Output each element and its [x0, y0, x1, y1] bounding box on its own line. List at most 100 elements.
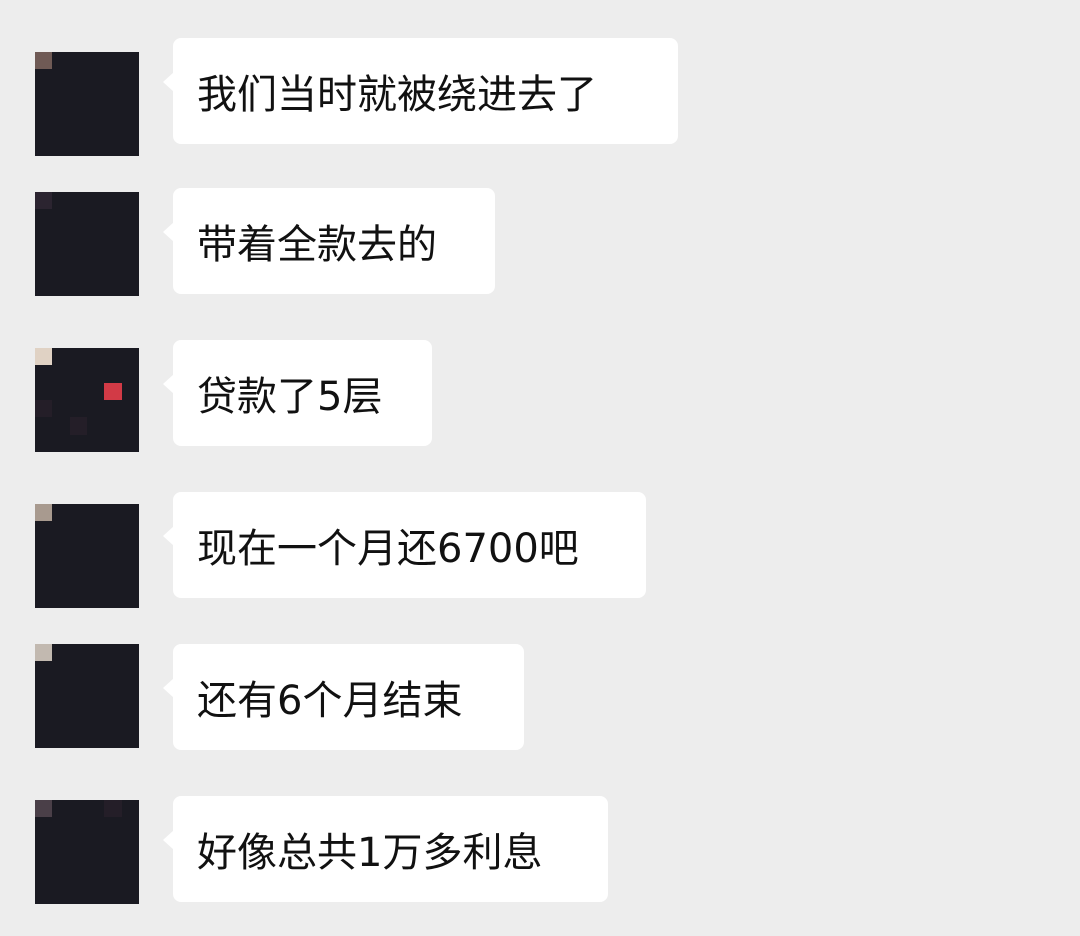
avatar-pixel: [69, 696, 87, 714]
avatar-pixel: [35, 538, 53, 556]
avatar-pixel: [121, 278, 139, 296]
avatar-pixel: [121, 521, 139, 539]
avatar-pixel: [69, 556, 87, 574]
avatar-pixel: [69, 86, 87, 104]
avatar-pixel: [52, 696, 70, 714]
avatar-pixel: [121, 538, 139, 556]
avatar[interactable]: [35, 348, 139, 452]
avatar-pixel: [104, 382, 122, 400]
avatar-pixel: [69, 365, 87, 383]
avatar-pixel: [87, 730, 105, 748]
avatar-pixel: [121, 261, 139, 279]
avatar-pixel: [52, 817, 70, 835]
avatar-pixel: [87, 696, 105, 714]
avatar[interactable]: [35, 192, 139, 296]
avatar-pixel: [121, 852, 139, 870]
avatar-pixel: [52, 834, 70, 852]
avatar-pixel: [87, 713, 105, 731]
avatar-pixel: [69, 834, 87, 852]
message-bubble[interactable]: 贷款了5层: [163, 340, 432, 446]
message-bubble[interactable]: 还有6个月结束: [163, 644, 524, 750]
avatar-pixel: [35, 348, 53, 366]
avatar-pixel: [69, 644, 87, 662]
avatar-pixel: [104, 52, 122, 70]
avatar-pixel: [69, 817, 87, 835]
avatar-pixel: [104, 869, 122, 887]
avatar-pixel: [121, 417, 139, 435]
avatar-pixel: [35, 504, 53, 522]
avatar-pixel: [104, 834, 122, 852]
avatar-pixel: [87, 434, 105, 452]
avatar-pixel: [69, 538, 87, 556]
avatar-pixel: [87, 573, 105, 591]
avatar-pixel: [35, 104, 53, 122]
avatar-pixel: [104, 434, 122, 452]
avatar-pixel: [121, 138, 139, 156]
avatar-pixel: [69, 730, 87, 748]
avatar-pixel: [35, 261, 53, 279]
avatar-pixel: [104, 817, 122, 835]
avatar-pixel: [104, 69, 122, 87]
avatar-pixel: [35, 852, 53, 870]
avatar-pixel: [35, 434, 53, 452]
message-bubble[interactable]: 我们当时就被绕进去了: [163, 38, 678, 144]
avatar-pixel: [69, 678, 87, 696]
avatar-pixel: [52, 800, 70, 818]
avatar-pixel: [52, 138, 70, 156]
avatar-pixel: [87, 365, 105, 383]
avatar-pixel: [35, 678, 53, 696]
avatar-pixel: [121, 434, 139, 452]
avatar-pixel: [52, 209, 70, 227]
avatar-pixel: [121, 713, 139, 731]
avatar-pixel: [121, 730, 139, 748]
message-text: 我们当时就被绕进去了: [197, 72, 597, 118]
avatar-pixel: [121, 644, 139, 662]
avatar-pixel: [35, 556, 53, 574]
message-bubble[interactable]: 带着全款去的: [163, 188, 495, 294]
avatar-pixel: [87, 886, 105, 904]
avatar-pixel: [35, 192, 53, 210]
avatar-pixel: [35, 800, 53, 818]
avatar-pixel: [35, 138, 53, 156]
avatar-pixel: [35, 521, 53, 539]
avatar-pixel: [104, 104, 122, 122]
avatar-pixel: [87, 244, 105, 262]
avatar-pixel: [121, 121, 139, 139]
avatar-pixel: [69, 852, 87, 870]
avatar-pixel: [69, 209, 87, 227]
message-bubble[interactable]: 现在一个月还6700吧: [163, 492, 646, 598]
avatar-pixel: [69, 138, 87, 156]
avatar-pixel: [87, 661, 105, 679]
avatar[interactable]: [35, 800, 139, 904]
avatar-pixel: [69, 800, 87, 818]
avatar-pixel: [87, 348, 105, 366]
avatar-pixel: [52, 504, 70, 522]
avatar-pixel: [104, 538, 122, 556]
avatar-pixel: [52, 226, 70, 244]
avatar-pixel: [52, 434, 70, 452]
avatar-pixel: [121, 817, 139, 835]
avatar-pixel: [104, 644, 122, 662]
avatar-pixel: [121, 52, 139, 70]
message-bubble[interactable]: 好像总共1万多利息: [163, 796, 608, 902]
avatar[interactable]: [35, 504, 139, 608]
avatar-pixel: [69, 417, 87, 435]
avatar-pixel: [52, 590, 70, 608]
avatar-pixel: [69, 348, 87, 366]
avatar-pixel: [104, 886, 122, 904]
avatar-pixel: [104, 730, 122, 748]
avatar-pixel: [104, 800, 122, 818]
avatar-pixel: [69, 192, 87, 210]
avatar-pixel: [52, 886, 70, 904]
avatar[interactable]: [35, 644, 139, 748]
avatar-pixel: [121, 365, 139, 383]
avatar-pixel: [104, 573, 122, 591]
avatar-pixel: [69, 504, 87, 522]
avatar-pixel: [104, 86, 122, 104]
avatar-pixel: [104, 852, 122, 870]
avatar[interactable]: [35, 52, 139, 156]
avatar-pixel: [69, 521, 87, 539]
avatar-pixel: [104, 556, 122, 574]
avatar-pixel: [35, 713, 53, 731]
avatar-pixel: [104, 590, 122, 608]
